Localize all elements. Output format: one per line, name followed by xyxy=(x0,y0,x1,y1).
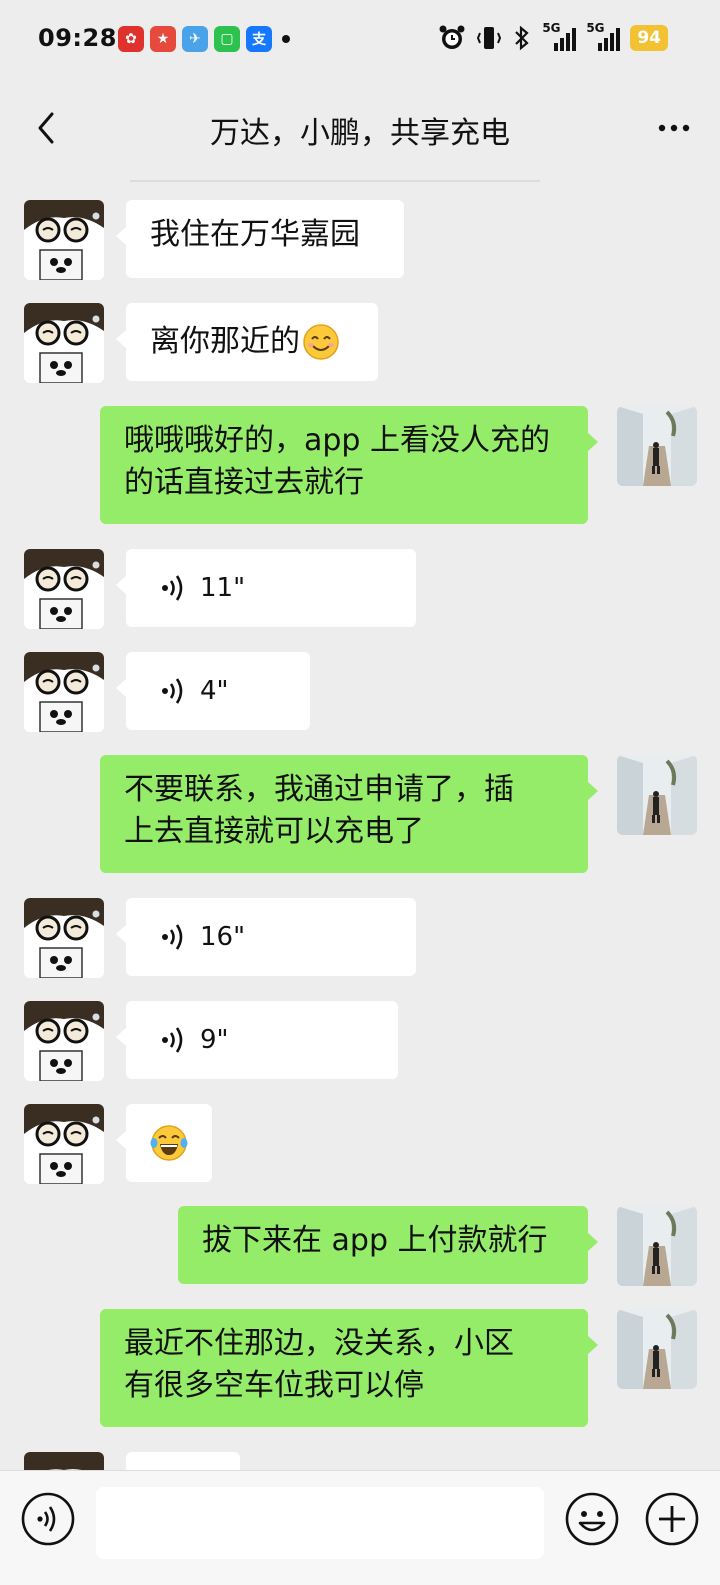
incoming-message-partial[interactable] xyxy=(126,1452,240,1470)
emoji-picker-icon[interactable] xyxy=(564,1491,620,1547)
more-actions-plus-icon[interactable] xyxy=(644,1491,700,1547)
signal-strength-icon: 5G xyxy=(542,21,577,51)
contact-avatar[interactable] xyxy=(24,1104,104,1184)
alley-photo-avatar-icon xyxy=(617,1206,697,1286)
voice-duration: 16" xyxy=(200,922,246,952)
partial-previous-message xyxy=(130,174,540,182)
message-text-line: 不要联系，我通过申请了，插 xyxy=(124,772,514,807)
contact-avatar[interactable] xyxy=(24,1001,104,1081)
message-text-line: 的话直接过去就行 xyxy=(124,465,364,500)
alley-photo-avatar-icon xyxy=(617,1309,697,1389)
cartoon-avatar-icon xyxy=(24,1104,104,1184)
incoming-voice-message[interactable]: 4" xyxy=(116,652,310,730)
message-input-bar xyxy=(0,1470,720,1585)
outgoing-text-message[interactable]: 不要联系，我通过申请了，插 上去直接就可以充电了 xyxy=(100,755,598,873)
bluetooth-icon xyxy=(515,25,529,51)
contact-avatar[interactable] xyxy=(24,652,104,732)
wechat-notification-icon: ▢ xyxy=(214,26,240,52)
message-text: 拔下来在 app 上付款就行 xyxy=(202,1223,548,1258)
vibrate-icon xyxy=(477,27,502,49)
voice-duration: 9" xyxy=(200,1025,229,1055)
alley-photo-avatar-icon xyxy=(617,406,697,486)
contact-avatar[interactable] xyxy=(24,200,104,280)
contact-avatar[interactable] xyxy=(24,549,104,629)
incoming-emoji-message[interactable] xyxy=(116,1104,212,1182)
message-text-line: 最近不住那边，没关系，小区 xyxy=(124,1326,514,1361)
my-avatar[interactable] xyxy=(617,1206,697,1286)
voice-input-icon[interactable] xyxy=(20,1491,76,1547)
chat-title: 万达，小鹏，共享充电 xyxy=(210,116,510,151)
message-list[interactable]: 我住在万华嘉园 离你那近的 哦哦哦好的，app 上看没人充的 的话直接过去就行 xyxy=(0,160,720,1470)
contact-avatar[interactable] xyxy=(24,303,104,383)
incoming-voice-message[interactable]: 16" xyxy=(116,898,416,976)
tears-of-joy-emoji-icon xyxy=(150,1125,188,1161)
voice-duration: 11" xyxy=(200,573,246,603)
voice-wave-icon xyxy=(162,575,183,601)
contact-avatar[interactable] xyxy=(24,1452,104,1470)
my-avatar[interactable] xyxy=(617,406,697,486)
more-dots-icon[interactable] xyxy=(654,108,694,148)
app-notification-icon: ✈ xyxy=(182,26,208,52)
my-avatar[interactable] xyxy=(617,755,697,835)
message-text: 我住在万华嘉园 xyxy=(150,217,360,252)
voice-wave-icon xyxy=(162,924,183,950)
outgoing-text-message[interactable]: 哦哦哦好的，app 上看没人充的 的话直接过去就行 xyxy=(100,406,598,524)
my-avatar[interactable] xyxy=(617,1309,697,1389)
status-time: 09:28 xyxy=(38,24,117,52)
cartoon-avatar-icon xyxy=(24,652,104,732)
message-text-line: 哦哦哦好的，app 上看没人充的 xyxy=(124,423,551,458)
alarm-icon xyxy=(439,25,465,49)
message-text: 离你那近的 xyxy=(150,324,300,359)
cartoon-avatar-icon xyxy=(24,549,104,629)
incoming-voice-message[interactable]: 11" xyxy=(116,549,416,627)
outgoing-text-message[interactable]: 最近不住那边，没关系，小区 有很多空车位我可以停 xyxy=(100,1309,598,1427)
cartoon-avatar-icon xyxy=(24,1001,104,1081)
more-notifications-dot xyxy=(282,35,290,43)
cartoon-avatar-icon xyxy=(24,303,104,383)
voice-duration: 4" xyxy=(200,676,229,706)
outgoing-text-message[interactable]: 拔下来在 app 上付款就行 xyxy=(178,1206,598,1284)
smiling-face-emoji-icon xyxy=(303,324,339,360)
alley-photo-avatar-icon xyxy=(617,755,697,835)
message-text-line: 有很多空车位我可以停 xyxy=(124,1368,424,1403)
cartoon-avatar-icon xyxy=(24,200,104,280)
contact-avatar[interactable] xyxy=(24,898,104,978)
alipay-notification-icon: 支 xyxy=(246,26,272,52)
cartoon-avatar-icon xyxy=(24,1452,104,1470)
app-notification-icon: ★ xyxy=(150,26,176,52)
message-text-line: 上去直接就可以充电了 xyxy=(124,814,424,849)
voice-wave-icon xyxy=(162,678,183,704)
signal-strength-icon: 5G xyxy=(586,21,621,51)
status-bar: 09:28 ✿ ★ ✈ ▢ 支 5G 5G 94 xyxy=(0,0,720,80)
app-notification-icon: ✿ xyxy=(118,26,144,52)
incoming-voice-message[interactable]: 9" xyxy=(116,1001,398,1079)
incoming-text-message[interactable]: 我住在万华嘉园 xyxy=(116,200,404,278)
message-text-input[interactable] xyxy=(96,1487,544,1559)
voice-wave-icon xyxy=(162,1027,183,1053)
incoming-text-message[interactable]: 离你那近的 xyxy=(116,303,378,381)
cartoon-avatar-icon xyxy=(24,898,104,978)
battery-indicator: 94 xyxy=(630,25,668,51)
notification-icons: ✿ ★ ✈ ▢ 支 xyxy=(118,26,290,52)
